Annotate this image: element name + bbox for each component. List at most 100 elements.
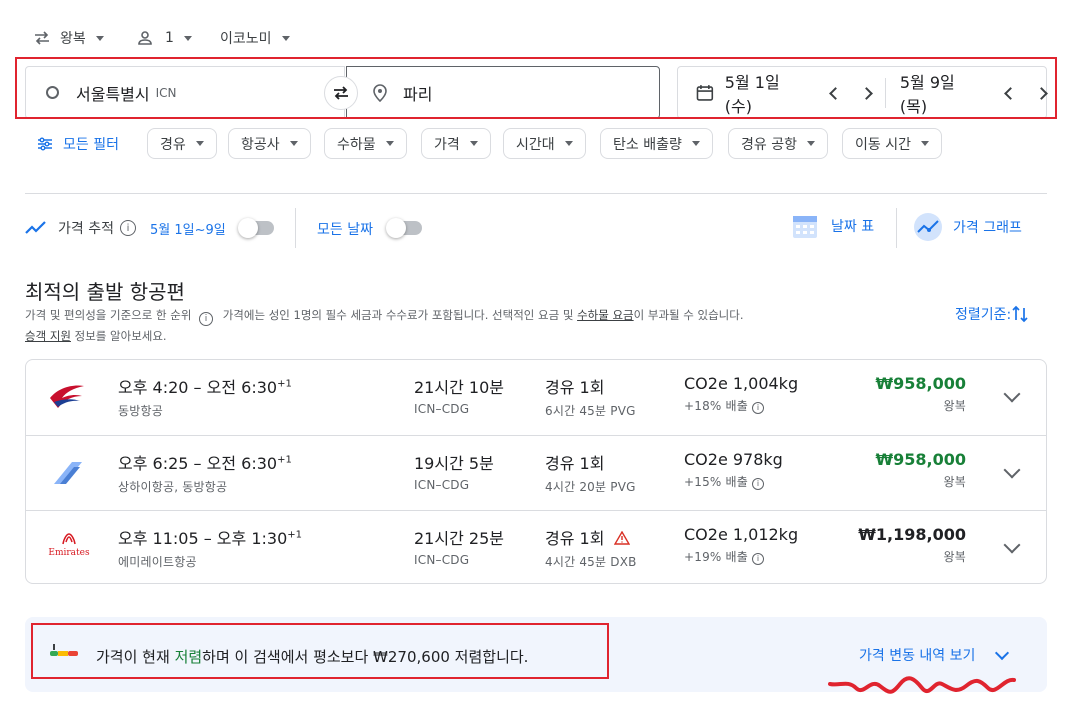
warning-icon bbox=[613, 530, 630, 545]
passenger-assistance-link[interactable]: 승객 지원 bbox=[25, 329, 71, 343]
price-text: ₩958,000 bbox=[875, 374, 966, 393]
flight-stops: 경유 1회 4시간 45분 DXB bbox=[545, 525, 637, 570]
info-icon[interactable]: i bbox=[752, 401, 765, 414]
duration-text: 21시간 25분 bbox=[414, 529, 504, 548]
swap-arrows-icon bbox=[35, 31, 49, 45]
trip-type-label: 왕복 bbox=[60, 31, 86, 47]
expand-chevron-icon[interactable] bbox=[1003, 385, 1021, 403]
price-type: 왕복 bbox=[943, 399, 966, 413]
baggage-fees-link[interactable]: 수하물 요금 bbox=[577, 308, 634, 322]
price-graph-label: 가격 그래프 bbox=[953, 220, 1022, 236]
stops-text: 경유 1회 bbox=[545, 454, 605, 473]
all-dates-label: 모든 날짜 bbox=[317, 222, 373, 238]
flight-price: ₩1,198,000 왕복 bbox=[858, 525, 966, 565]
sort-icon bbox=[1012, 305, 1028, 323]
search-highlight-annotation bbox=[15, 57, 1057, 119]
price-graph-button[interactable]: 가격 그래프 bbox=[913, 212, 1022, 242]
chevron-down-icon bbox=[920, 141, 929, 146]
chevron-down-icon bbox=[195, 141, 204, 146]
cabin-class-select[interactable]: 이코노미 bbox=[220, 27, 290, 49]
trip-type-select[interactable]: 왕복 bbox=[33, 27, 104, 49]
chip-label: 시간대 bbox=[516, 136, 555, 153]
price-text: ₩1,198,000 bbox=[858, 525, 966, 544]
filter-airline[interactable]: 항공사 bbox=[228, 128, 311, 159]
results-note: 가격 및 편의성을 기준으로 한 순위 i 가격에는 성인 1명의 필수 세금과… bbox=[25, 305, 925, 346]
date-grid-button[interactable]: 날짜 표 bbox=[791, 212, 874, 240]
chip-label: 탄소 배출량 bbox=[613, 136, 682, 153]
filter-stops[interactable]: 경유 bbox=[147, 128, 217, 159]
filter-duration[interactable]: 이동 시간 bbox=[842, 128, 942, 159]
day-offset: +1 bbox=[277, 378, 292, 390]
airline-name: 동방항공 bbox=[118, 404, 163, 418]
expand-chevron-icon[interactable] bbox=[1003, 461, 1021, 479]
co2-diff-text: +15% 배출 bbox=[684, 475, 749, 489]
flight-times: 오후 11:05 – 오후 1:30+1 에미레이트항공 bbox=[118, 525, 302, 570]
passenger-select[interactable]: 1 bbox=[137, 27, 192, 49]
flight-stops: 경유 1회 4시간 20분 PVG bbox=[545, 450, 636, 495]
sort-button[interactable]: 정렬기준: bbox=[955, 304, 1029, 324]
flight-results-list: 오후 4:20 – 오전 6:30+1 동방항공 21시간 10분 ICN–CDG… bbox=[25, 359, 1047, 584]
airline-name: 에미레이트항공 bbox=[118, 555, 197, 569]
chevron-down-icon bbox=[385, 141, 394, 146]
filter-baggage[interactable]: 수하물 bbox=[324, 128, 407, 159]
duration-text: 21시간 10분 bbox=[414, 378, 504, 397]
trend-icon bbox=[25, 221, 46, 234]
stops-text: 경유 1회 bbox=[545, 378, 605, 397]
tune-icon bbox=[38, 137, 52, 151]
info-icon[interactable]: i bbox=[119, 220, 136, 236]
assistance-note: 정보를 알아보세요. bbox=[74, 329, 167, 343]
filter-connecting-airports[interactable]: 경유 공항 bbox=[728, 128, 828, 159]
info-icon[interactable]: i bbox=[752, 477, 765, 490]
emirates-logo-text: Emirates bbox=[48, 548, 90, 558]
swap-locations-button[interactable] bbox=[324, 76, 358, 110]
cabin-class-label: 이코노미 bbox=[220, 31, 272, 47]
flight-emissions: CO2e 1,012kg +19% 배출 i bbox=[684, 525, 798, 565]
flight-duration: 19시간 5분 ICN–CDG bbox=[414, 450, 494, 492]
airline-name: 상하이항공, 동방항공 bbox=[118, 480, 228, 494]
chip-label: 가격 bbox=[434, 136, 460, 153]
times-text: 오후 11:05 – 오후 1:30 bbox=[118, 529, 288, 548]
info-icon[interactable]: i bbox=[752, 552, 765, 565]
price-type: 왕복 bbox=[943, 550, 966, 564]
filter-price[interactable]: 가격 bbox=[421, 128, 491, 159]
flight-price: ₩958,000 왕복 bbox=[875, 374, 966, 414]
co2-diff-text: +19% 배출 bbox=[684, 550, 749, 564]
date-grid-icon bbox=[793, 216, 817, 238]
tracking-dates: 5월 1일~9일 bbox=[149, 222, 226, 238]
flight-row[interactable]: 오후 6:25 – 오전 6:30+1 상하이항공, 동방항공 19시간 5분 I… bbox=[26, 435, 1046, 511]
info-icon[interactable]: i bbox=[199, 312, 214, 326]
duration-text: 19시간 5분 bbox=[414, 454, 494, 473]
filter-emissions[interactable]: 탄소 배출량 bbox=[600, 128, 713, 159]
co2-diff-text: +18% 배출 bbox=[684, 399, 749, 413]
emirates-emblem-icon bbox=[62, 533, 76, 545]
route-text: ICN–CDG bbox=[414, 553, 470, 567]
price-type: 왕복 bbox=[943, 475, 966, 489]
flight-row[interactable]: Emirates 오후 11:05 – 오후 1:30+1 에미레이트항공 21… bbox=[26, 510, 1046, 586]
flight-emissions: CO2e 1,004kg +18% 배출 i bbox=[684, 374, 798, 414]
chevron-down-icon bbox=[469, 141, 478, 146]
chevron-down-icon bbox=[281, 35, 290, 41]
chevron-down-icon bbox=[95, 35, 104, 41]
all-filters-button[interactable]: 모든 필터 bbox=[37, 134, 119, 154]
flight-duration: 21시간 10분 ICN–CDG bbox=[414, 374, 504, 416]
china-eastern-logo-icon bbox=[50, 385, 84, 408]
price-tracking-toggle[interactable] bbox=[238, 218, 274, 238]
price-note: 가격에는 성인 1명의 필수 세금과 수수료가 포함됩니다. 선택적인 요금 및 bbox=[222, 308, 574, 322]
price-history-button[interactable]: 가격 변동 내역 보기 bbox=[859, 645, 1010, 665]
flight-row[interactable]: 오후 4:20 – 오전 6:30+1 동방항공 21시간 10분 ICN–CDG… bbox=[26, 360, 1046, 435]
sort-label: 정렬기준: bbox=[955, 307, 1012, 323]
day-offset: +1 bbox=[287, 529, 303, 541]
flight-duration: 21시간 25분 ICN–CDG bbox=[414, 525, 504, 567]
toggle-knob bbox=[238, 218, 258, 238]
chip-label: 경유 bbox=[160, 136, 186, 153]
expand-chevron-icon[interactable] bbox=[1003, 536, 1021, 554]
price-history-label: 가격 변동 내역 보기 bbox=[859, 648, 976, 664]
flight-stops: 경유 1회 6시간 45분 PVG bbox=[545, 374, 636, 419]
all-dates-toggle[interactable] bbox=[386, 218, 422, 238]
filter-times[interactable]: 시간대 bbox=[503, 128, 586, 159]
passenger-count: 1 bbox=[165, 30, 174, 46]
chip-label: 항공사 bbox=[241, 136, 280, 153]
route-text: ICN–CDG bbox=[414, 478, 470, 492]
day-offset: +1 bbox=[277, 454, 292, 466]
stops-text: 경유 1회 bbox=[545, 529, 605, 548]
